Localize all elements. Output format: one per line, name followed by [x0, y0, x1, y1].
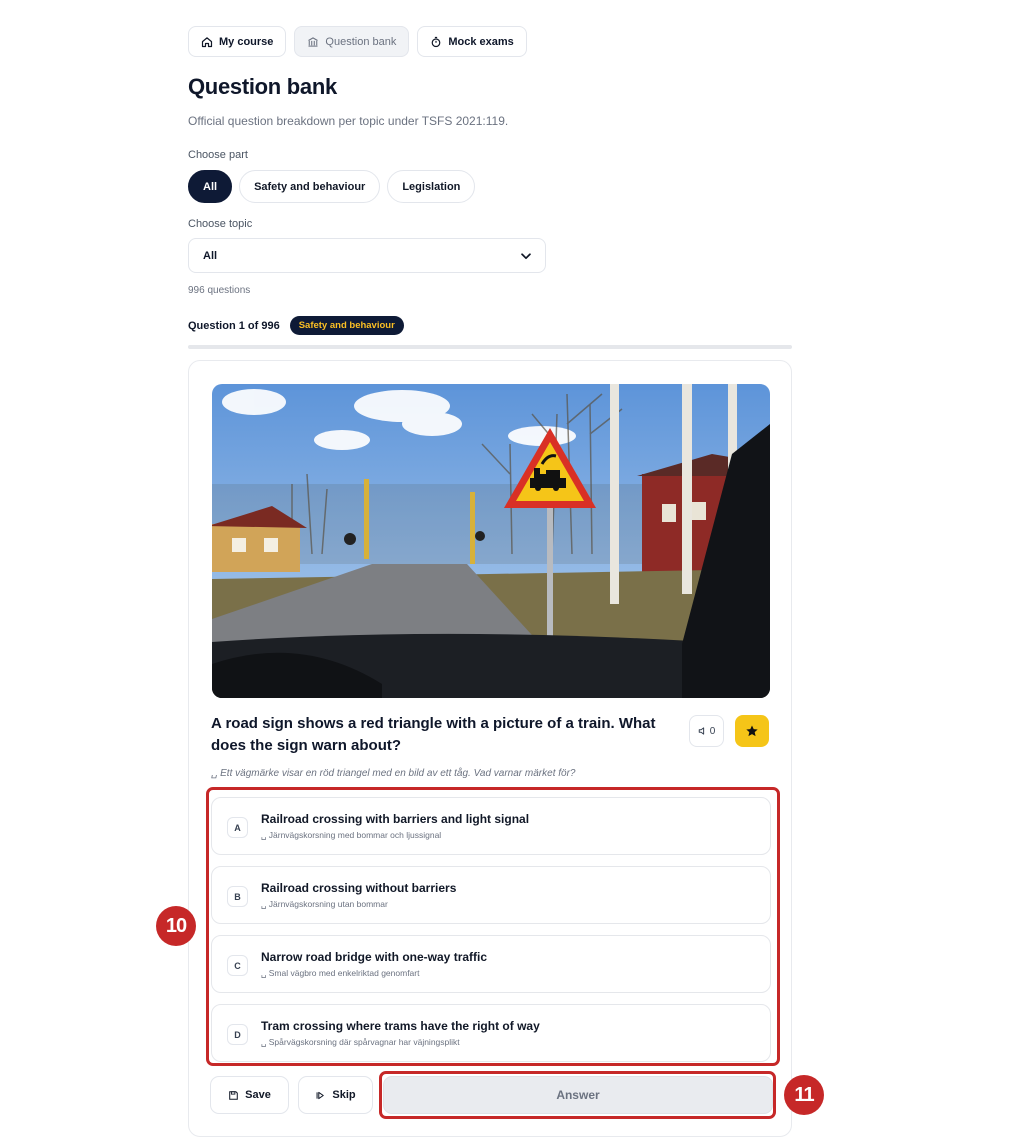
chevron-down-icon	[521, 252, 531, 259]
question-translation: ␣ Ett vägmärke visar en röd triangel med…	[211, 768, 576, 779]
question-image	[212, 384, 770, 698]
answer-highlight	[379, 1071, 776, 1119]
save-label: Save	[245, 1089, 271, 1101]
part-chip-legislation[interactable]: Legislation	[387, 170, 476, 203]
nav-my-course-label: My course	[219, 35, 274, 48]
question-count: 996 questions	[188, 285, 251, 296]
nav-question-bank-label: Question bank	[325, 35, 397, 48]
topic-select-value: All	[203, 249, 218, 262]
question-header: Question 1 of 996 Safety and behaviour	[188, 316, 404, 335]
speaker-label: 0	[709, 725, 716, 737]
choose-topic-label: Choose topic	[188, 218, 253, 230]
bank-icon	[308, 36, 319, 47]
page-title: Question bank	[188, 74, 337, 99]
annotation-marker-11: 11	[784, 1075, 824, 1115]
top-nav: My course Question bank Mock exams	[188, 26, 527, 57]
stopwatch-icon	[432, 36, 441, 47]
page-subtitle: Official question breakdown per topic un…	[188, 114, 509, 128]
nav-question-bank-button[interactable]: Question bank	[294, 26, 410, 57]
part-chip-all[interactable]: All	[188, 170, 233, 203]
choose-part-label: Choose part	[188, 149, 248, 161]
category-badge: Safety and behaviour	[289, 316, 404, 335]
speaker-icon	[698, 727, 704, 735]
part-chips: All Safety and behaviour Legislation	[188, 170, 476, 203]
home-icon	[201, 36, 213, 47]
floppy-icon	[229, 1090, 238, 1100]
skip-label: Skip	[332, 1089, 356, 1101]
options-highlight	[206, 787, 780, 1066]
nav-mock-exams-label: Mock exams	[448, 35, 514, 48]
skip-button[interactable]: Skip	[298, 1076, 373, 1114]
nav-mock-exams-button[interactable]: Mock exams	[417, 26, 527, 57]
nav-my-course-button[interactable]: My course	[188, 26, 287, 57]
skip-icon	[316, 1091, 325, 1099]
annotation-marker-10: 10	[156, 906, 196, 946]
question-text: A road sign shows a red triangle with a …	[211, 715, 656, 754]
favorite-button[interactable]	[735, 715, 769, 747]
topic-select[interactable]: All	[188, 238, 546, 273]
speaker-button[interactable]: 0	[689, 715, 724, 747]
progress-bar	[188, 345, 792, 349]
part-chip-safety[interactable]: Safety and behaviour	[239, 170, 381, 203]
save-button[interactable]: Save	[210, 1076, 289, 1114]
question-counter: Question 1 of 996	[188, 319, 280, 332]
star-icon	[746, 725, 758, 737]
